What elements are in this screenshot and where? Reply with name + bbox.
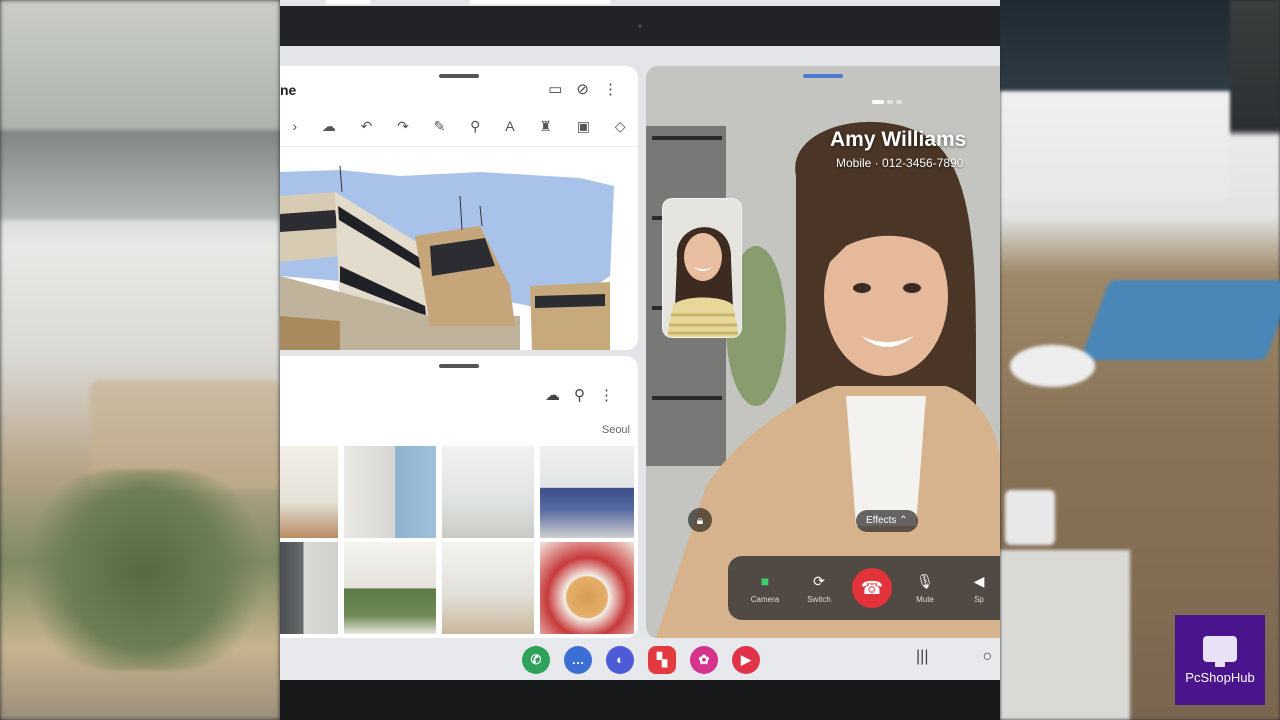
monitor-icon [1203,635,1237,667]
youtube-app-icon[interactable]: ▶ [732,646,760,674]
more-vert-icon[interactable]: ⋮ [599,388,614,404]
photo-grid [280,446,638,634]
phone-app-icon[interactable]: ✆ [522,646,550,674]
device-screen: ne ▭ ⊘ ⋮ › ☁ ↶ ↷ ✎ ⚲ A ♜ ▣ ◇ ☁ ⚲ ⋮ Seoul… [280,46,1000,680]
app-dock: ✆ … ◐ ▚ ✿ ▶ [522,646,760,674]
photo-thumbnail[interactable] [540,446,634,538]
brand-name: PcShopHub [1185,669,1255,685]
text-icon[interactable]: A [505,118,514,135]
photo-thumbnail[interactable] [280,542,338,634]
gallery-app-window[interactable]: ☁ ⚲ ⋮ Seoul [280,356,638,638]
call-controls-bar: ■ Camera ⟳ Switch ☎ 🎙︎ Mute ◀ Sp [728,556,1000,620]
photo-thumbnail[interactable] [280,446,338,538]
pcshophub-logo: PcShopHub [1175,615,1265,705]
photo-thumbnail[interactable] [540,542,634,634]
book-icon[interactable]: ▭ [548,82,562,98]
undo-icon[interactable]: ↶ [361,118,373,135]
photo-thumbnail[interactable] [442,542,534,634]
mic-icon: 🎙︎ [916,572,934,589]
switch-camera-icon: ⟳ [813,572,825,589]
attach-icon[interactable]: ⊘ [576,82,589,98]
nav-buttons: ||| ○ [916,648,992,666]
lock-icon[interactable]: 🔒︎ [688,508,712,532]
switch-camera-button[interactable]: ⟳ Switch [798,573,840,604]
home-button[interactable]: ○ [982,648,992,666]
pen-icon[interactable]: › [292,118,297,135]
search-icon[interactable]: ⚲ [574,388,585,404]
architecture-sketch [280,166,638,350]
window-drag-handle[interactable] [803,74,843,78]
cloud-icon[interactable]: ☁ [322,118,336,135]
messages-app-icon[interactable]: … [564,646,592,674]
effects-button[interactable]: Effects ⌃ [856,510,918,532]
page-indicator [872,100,902,104]
taskbar: ✆ … ◐ ▚ ✿ ▶ ||| ○ [280,638,1000,680]
notes-toolbar: › ☁ ↶ ↷ ✎ ⚲ A ♜ ▣ ◇ [280,118,638,135]
self-view-pip[interactable] [662,198,742,338]
location-label: Seoul [601,424,630,436]
end-call-icon: ☎ [860,578,884,598]
background-right [1000,0,1280,720]
gallery-app-icon[interactable]: ✿ [690,646,718,674]
pencil-icon[interactable]: ✎ [434,118,446,135]
photo-thumbnail[interactable] [442,446,534,538]
more-vert-icon[interactable]: ⋮ [603,82,618,98]
video-frame: ne ▭ ⊘ ⋮ › ☁ ↶ ↷ ✎ ⚲ A ♜ ▣ ◇ ☁ ⚲ ⋮ Seoul… [0,0,1280,720]
end-call-button[interactable]: ☎ [852,568,892,608]
photo-thumbnail[interactable] [344,446,436,538]
cloud-icon[interactable]: ☁ [545,388,560,404]
foldable-device: ne ▭ ⊘ ⋮ › ☁ ↶ ↷ ✎ ⚲ A ♜ ▣ ◇ ☁ ⚲ ⋮ Seoul… [280,0,1000,720]
speaker-button[interactable]: ◀ Sp [958,573,1000,604]
image-icon[interactable]: ▣ [577,118,590,135]
recents-button[interactable]: ||| [916,648,928,666]
shape-icon[interactable]: ◇ [615,118,626,135]
photo-thumbnail[interactable] [344,542,436,634]
background-left [0,0,280,720]
highlighter-icon[interactable]: ⚲ [470,118,480,135]
caller-name: Amy Williams [830,128,967,151]
camera-button[interactable]: ■ Camera [744,573,786,604]
video-call-window[interactable]: Amy Williams Mobile · 012-3456-7890 🔒︎ E… [646,66,1000,638]
speaker-icon: ◀ [973,572,985,589]
caller-number: Mobile · 012-3456-7890 [836,156,964,170]
device-hinge [280,6,1000,46]
flipboard-app-icon[interactable]: ▚ [648,646,676,674]
window-drag-handle[interactable] [439,364,479,368]
notes-app-window[interactable]: ne ▭ ⊘ ⋮ › ☁ ↶ ↷ ✎ ⚲ A ♜ ▣ ◇ [280,66,638,350]
mute-button[interactable]: 🎙︎ Mute [904,573,946,604]
window-drag-handle[interactable] [439,74,479,78]
redo-icon[interactable]: ↷ [397,118,409,135]
internet-app-icon[interactable]: ◐ [606,646,634,674]
brush-icon[interactable]: ♜ [539,118,552,135]
note-title: ne [280,82,297,98]
camera-icon: ■ [760,572,770,589]
